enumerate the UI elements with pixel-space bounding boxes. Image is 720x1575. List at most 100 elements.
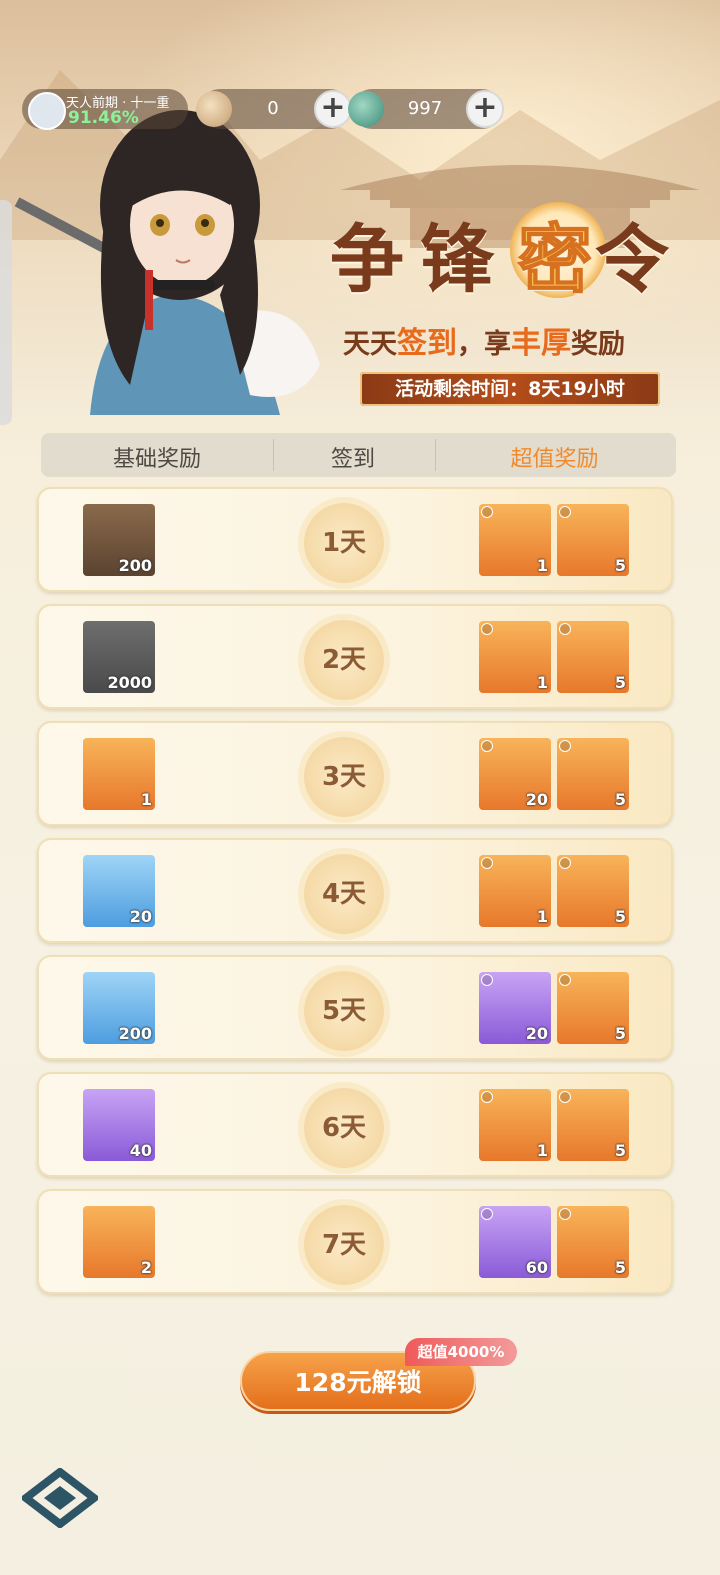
ice-boots-icon[interactable]: 1 — [479, 1089, 551, 1161]
day-reward-row[interactable]: 2000 2天 1 5 — [37, 604, 673, 709]
item-quantity: 1 — [536, 907, 548, 926]
item-quantity: 5 — [614, 1141, 626, 1160]
column-signin: 签到 — [330, 447, 375, 472]
puzzle-gem-icon[interactable]: 20 — [83, 855, 155, 927]
jade-check-token-icon[interactable]: 200 — [83, 504, 155, 576]
slogan-highlight: 签到 — [397, 326, 457, 361]
lock-icon — [481, 623, 493, 635]
lock-icon — [481, 506, 493, 518]
item-quantity: 1 — [536, 673, 548, 692]
reward-column-header: 基础奖励 签到 超值奖励 — [41, 433, 676, 477]
day-reward-row[interactable]: 2 7天 60 5 — [37, 1189, 673, 1294]
side-drawer-tab[interactable] — [0, 200, 12, 425]
add-scroll-button[interactable]: + — [314, 90, 352, 128]
title-char-2: 锋 — [420, 217, 496, 303]
lock-icon — [481, 1091, 493, 1103]
add-fish-button[interactable]: + — [466, 90, 504, 128]
item-quantity: 1 — [140, 790, 152, 809]
item-quantity: 2000 — [107, 673, 152, 692]
column-basic-rewards: 基础奖励 — [112, 447, 201, 472]
scroll-currency-icon — [196, 91, 232, 127]
fish-currency-icon — [348, 91, 384, 127]
day-badge[interactable]: 7天 — [304, 1205, 384, 1285]
ice-boots-icon[interactable]: 1 — [479, 504, 551, 576]
column-super-rewards: 超值奖励 — [510, 447, 599, 472]
item-quantity: 20 — [525, 790, 548, 809]
slogan-part: ，享 — [457, 329, 511, 360]
lock-icon — [481, 740, 493, 752]
cultivator-avatar-icon — [28, 92, 66, 130]
golden-key-icon[interactable]: 5 — [557, 1206, 629, 1278]
realm-status[interactable]: 天人前期 · 十一重 91.46% — [22, 89, 188, 130]
lock-icon — [481, 974, 493, 986]
scroll-icon[interactable]: 1 — [83, 738, 155, 810]
lock-icon — [559, 857, 571, 869]
item-quantity: 1 — [536, 1141, 548, 1160]
day-badge[interactable]: 4天 — [304, 854, 384, 934]
item-quantity: 40 — [129, 1141, 152, 1160]
currency-scroll-value: 0 — [267, 98, 279, 119]
currency-scroll-counter: 0 + — [196, 89, 352, 129]
golden-key-icon[interactable]: 5 — [557, 504, 629, 576]
event-title: 争 锋 密 令 — [330, 200, 700, 310]
purple-crystal-icon[interactable]: 2 — [83, 1206, 155, 1278]
day-reward-row[interactable]: 40 6天 1 5 — [37, 1072, 673, 1177]
event-remaining-time: 活动剩余时间：8天19小时 — [360, 372, 660, 406]
day-badge[interactable]: 3天 — [304, 737, 384, 817]
ice-boots-icon[interactable]: 1 — [479, 855, 551, 927]
golden-key-icon[interactable]: 5 — [557, 738, 629, 810]
day-badge[interactable]: 6天 — [304, 1088, 384, 1168]
item-quantity: 5 — [614, 1258, 626, 1277]
promo-badge: 超值4000% — [405, 1338, 517, 1366]
title-char-3: 密 — [517, 216, 594, 304]
slogan-part: 奖励 — [571, 329, 625, 360]
day-reward-row[interactable]: 200 5天 20 5 — [37, 955, 673, 1060]
lock-icon — [481, 1208, 493, 1220]
red-treasure-chest-icon[interactable]: 20 — [479, 972, 551, 1044]
lock-icon — [559, 1208, 571, 1220]
item-quantity: 5 — [614, 790, 626, 809]
golden-key-icon[interactable]: 5 — [557, 1089, 629, 1161]
jade-check-token-icon[interactable]: 2000 — [83, 621, 155, 693]
game-logo-icon[interactable] — [22, 1468, 98, 1528]
golden-key-icon[interactable]: 5 — [557, 855, 629, 927]
lantern-chest-icon[interactable]: 1 — [479, 621, 551, 693]
golden-key-icon[interactable]: 5 — [557, 972, 629, 1044]
day-reward-row[interactable]: 20 4天 1 5 — [37, 838, 673, 943]
character-portrait — [14, 110, 320, 415]
currency-fish-counter: 997 + — [348, 89, 504, 129]
item-quantity: 20 — [129, 907, 152, 926]
realm-progress: 91.46% — [68, 108, 139, 128]
day-badge[interactable]: 1天 — [304, 503, 384, 583]
currency-fish-value: 997 — [407, 98, 443, 119]
item-quantity: 5 — [614, 673, 626, 692]
event-slogan: 天天签到，享丰厚奖励 — [343, 318, 683, 362]
item-quantity: 5 — [614, 907, 626, 926]
crystal-shard-icon[interactable]: 40 — [83, 1089, 155, 1161]
item-quantity: 60 — [525, 1258, 548, 1277]
day-badge[interactable]: 2天 — [304, 620, 384, 700]
item-quantity: 5 — [614, 556, 626, 575]
day-badge[interactable]: 5天 — [304, 971, 384, 1051]
day-reward-row[interactable]: 1 3天 20 5 — [37, 721, 673, 826]
lock-icon — [559, 974, 571, 986]
slogan-highlight: 丰厚 — [511, 326, 571, 361]
purple-crystal-icon[interactable]: 20 — [479, 738, 551, 810]
item-quantity: 5 — [614, 1024, 626, 1043]
golden-key-icon[interactable]: 5 — [557, 621, 629, 693]
lock-icon — [481, 857, 493, 869]
day-reward-row[interactable]: 200 1天 1 5 — [37, 487, 673, 592]
lock-icon — [559, 1091, 571, 1103]
title-char-1: 争 — [330, 217, 406, 303]
cyan-pyramid-icon[interactable]: 200 — [83, 972, 155, 1044]
red-treasure-chest-icon[interactable]: 60 — [479, 1206, 551, 1278]
item-quantity: 20 — [525, 1024, 548, 1043]
title-char-4: 令 — [595, 217, 671, 303]
item-quantity: 200 — [118, 1024, 152, 1043]
item-quantity: 1 — [536, 556, 548, 575]
lock-icon — [559, 623, 571, 635]
item-quantity: 200 — [118, 556, 152, 575]
lock-icon — [559, 740, 571, 752]
lock-icon — [559, 506, 571, 518]
item-quantity: 2 — [140, 1258, 152, 1277]
